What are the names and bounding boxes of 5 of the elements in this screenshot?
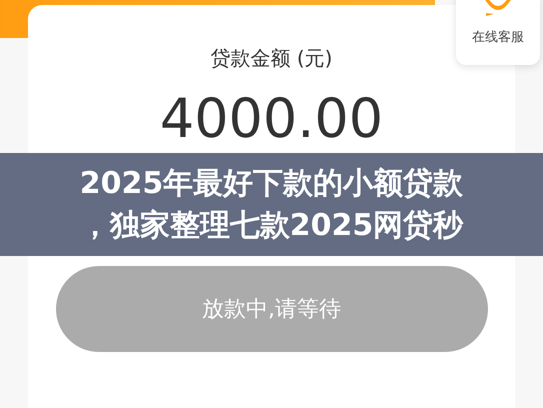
caption-line: 2025年最好下款的小额贷款 bbox=[80, 164, 464, 202]
customer-service-button[interactable]: 在线客服 bbox=[456, 0, 540, 65]
amount-label: 贷款金额 (元) bbox=[210, 45, 332, 72]
amount-value: 4000.00 bbox=[160, 92, 384, 146]
caption-line: ，独家整理七款2025网贷秒 bbox=[80, 206, 464, 244]
